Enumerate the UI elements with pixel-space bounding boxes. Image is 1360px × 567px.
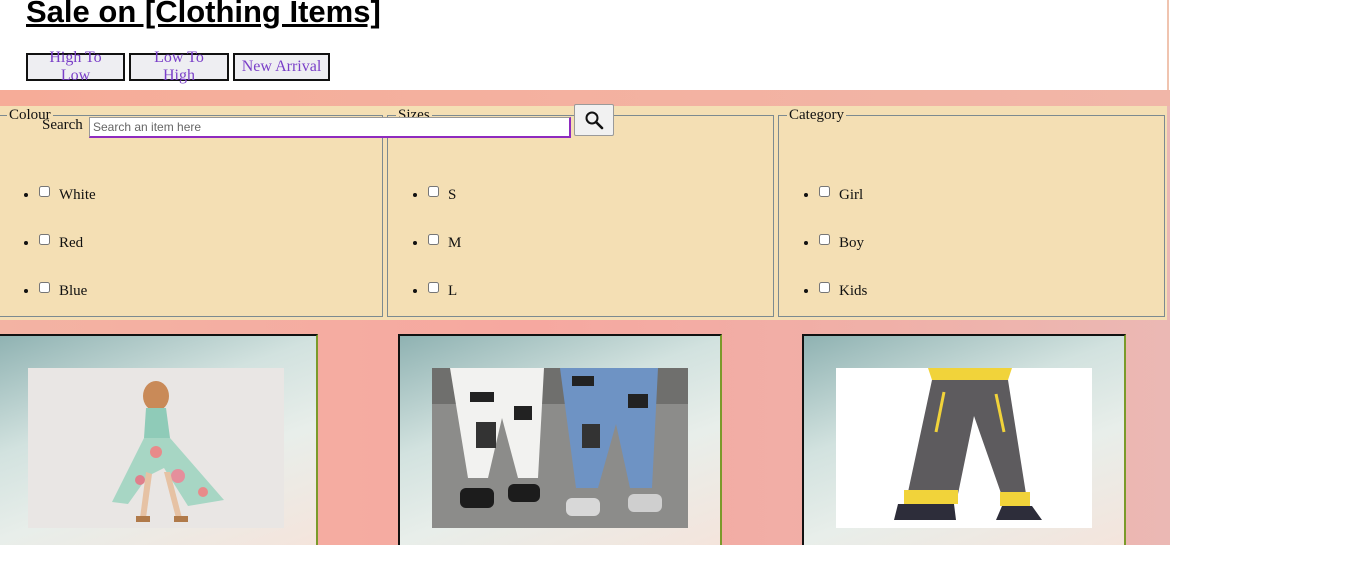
search-input[interactable]	[89, 117, 571, 138]
option-label: Boy	[839, 235, 865, 251]
size-option-m: M	[428, 234, 461, 282]
page-title: Sale on [Clothing Items]	[26, 0, 381, 29]
search-icon	[584, 110, 604, 130]
option-label: Red	[59, 235, 84, 251]
category-option-girl: Girl	[819, 186, 867, 234]
sizes-filter: Sizes S M L	[387, 107, 774, 317]
category-filter: Category Girl Boy Kids	[778, 107, 1165, 317]
colour-options: White Red Blue	[0, 186, 96, 330]
category-options: Girl Boy Kids	[779, 186, 867, 330]
category-filter-legend: Category	[789, 107, 844, 123]
category-boy-checkbox[interactable]	[819, 234, 830, 245]
size-option-l: L	[428, 282, 461, 330]
option-label: M	[448, 235, 462, 251]
category-kids-checkbox[interactable]	[819, 282, 830, 293]
size-m-checkbox[interactable]	[428, 234, 439, 245]
option-label: S	[448, 187, 457, 203]
size-options: S M L	[388, 186, 461, 330]
product-card[interactable]	[0, 334, 318, 545]
option-label: Blue	[59, 283, 88, 299]
new-arrival-button[interactable]: New Arrival	[233, 53, 330, 81]
search-label: Search	[42, 117, 83, 133]
option-label: L	[448, 283, 458, 299]
product-card[interactable]	[802, 334, 1126, 545]
colour-white-checkbox[interactable]	[39, 186, 50, 197]
size-option-s: S	[428, 186, 461, 234]
size-l-checkbox[interactable]	[428, 282, 439, 293]
sort-high-to-low-button[interactable]: High To Low	[26, 49, 125, 84]
category-option-boy: Boy	[819, 234, 867, 282]
search-button[interactable]	[574, 104, 614, 136]
category-option-kids: Kids	[819, 282, 867, 330]
colour-option-white: White	[39, 186, 96, 234]
size-s-checkbox[interactable]	[428, 186, 439, 197]
option-label: White	[59, 187, 96, 203]
product-image-jeans[interactable]	[432, 368, 688, 528]
divider	[1167, 0, 1169, 90]
colour-filter: Colour White Red Blue	[0, 107, 383, 317]
colour-option-red: Red	[39, 234, 96, 282]
colour-blue-checkbox[interactable]	[39, 282, 50, 293]
colour-option-blue: Blue	[39, 282, 96, 330]
product-image-dress[interactable]	[28, 368, 284, 528]
category-girl-checkbox[interactable]	[819, 186, 830, 197]
page: Sale on [Clothing Items] High To Low Low…	[0, 0, 1170, 545]
product-card[interactable]	[398, 334, 722, 545]
option-label: Kids	[839, 283, 868, 299]
product-image-joggers[interactable]	[836, 368, 1092, 528]
option-label: Girl	[839, 187, 864, 203]
colour-red-checkbox[interactable]	[39, 234, 50, 245]
sort-low-to-high-button[interactable]: Low To High	[129, 49, 229, 84]
